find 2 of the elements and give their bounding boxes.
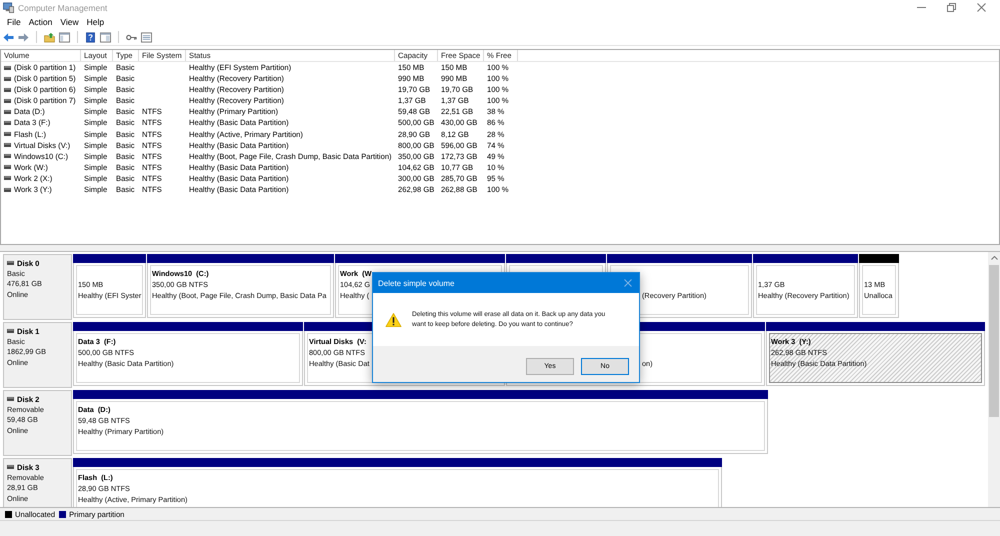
- dialog-title: Delete simple volume: [378, 278, 454, 288]
- window-title: Computer Management: [18, 2, 108, 12]
